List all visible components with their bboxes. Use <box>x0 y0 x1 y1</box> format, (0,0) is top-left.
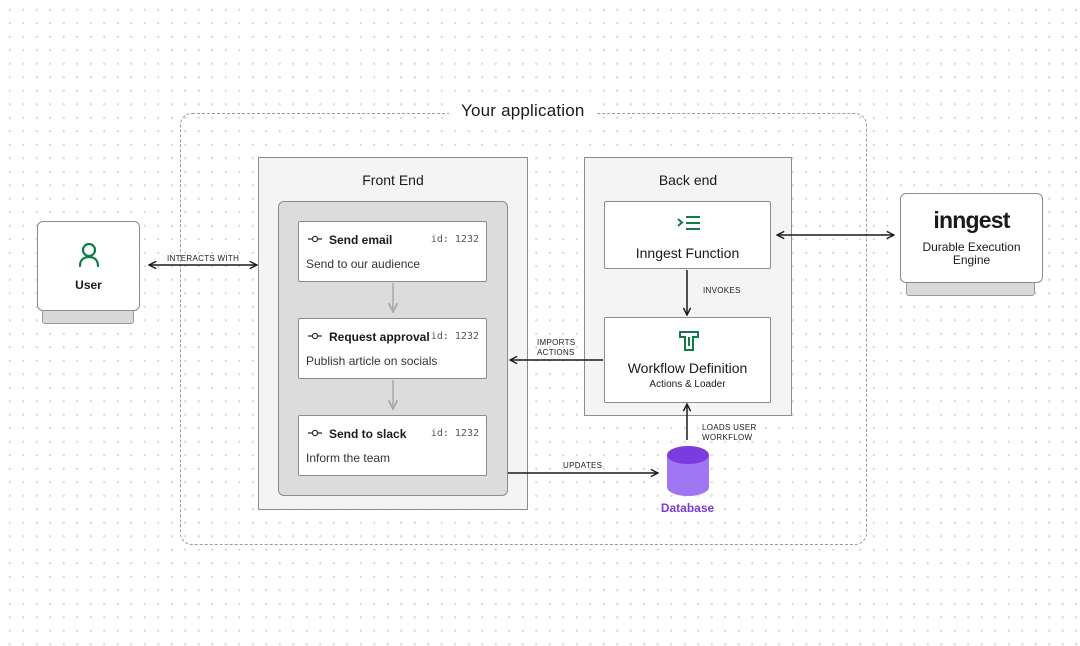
edge-label-imports-line1: IMPORTS <box>537 338 576 347</box>
edge-label-invokes: INVOKES <box>703 286 741 295</box>
connectors <box>0 0 1080 646</box>
edge-label-interacts-with: INTERACTS WITH <box>167 254 240 263</box>
edge-label-loads-line2: WORKFLOW <box>702 433 753 442</box>
edge-label-loads-line1: LOADS USER <box>702 423 757 432</box>
edge-label-imports-line2: ACTIONS <box>537 348 575 357</box>
edge-label-updates: UPDATES <box>563 461 603 470</box>
